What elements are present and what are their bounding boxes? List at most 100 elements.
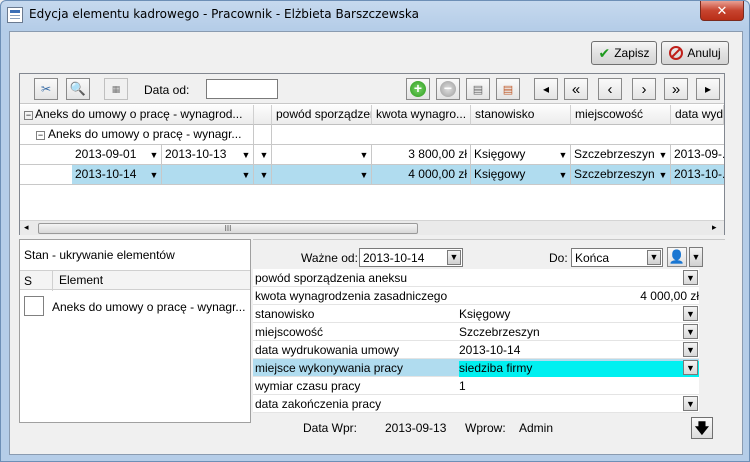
property-value[interactable]: Księgowy bbox=[459, 307, 699, 323]
state-panel: Stan - ukrywanie elementów S Element Ane… bbox=[19, 239, 251, 423]
horizontal-scrollbar[interactable]: ◂ III ▸ bbox=[20, 220, 724, 235]
calendar-button[interactable]: ▦ bbox=[104, 78, 128, 100]
tree-indent bbox=[20, 165, 72, 185]
valid-to-input[interactable]: Końca ▼ bbox=[571, 248, 663, 267]
table-row[interactable]: 2013-09-01 ▼ 2013-10-13 ▼ ▼ ▼ 3 800,00 zł … bbox=[20, 145, 724, 165]
position-cell[interactable]: Księgowy ▼ bbox=[471, 145, 571, 165]
property-value[interactable]: 2013-10-14 bbox=[459, 343, 699, 359]
chevron-left-icon: ‹ bbox=[607, 80, 613, 98]
search-button[interactable]: 🔍 bbox=[66, 78, 90, 100]
print-date-cell[interactable]: 2013-10-... bbox=[671, 165, 724, 185]
property-row[interactable]: data zakończenia pracy ▼ bbox=[253, 395, 699, 413]
column-header[interactable]: miejscowość bbox=[571, 105, 671, 125]
property-row[interactable]: data wydrukowania umowy 2013-10-14 ▼ bbox=[253, 341, 699, 359]
title-bar[interactable]: Edycja elementu kadrowego - Pracownik - … bbox=[1, 1, 749, 29]
city-cell[interactable]: Szczebrzeszyn ▼ bbox=[571, 145, 671, 165]
dropdown-cell[interactable]: ▼ bbox=[254, 165, 272, 185]
collapse-icon[interactable]: − bbox=[24, 111, 33, 120]
tools-button[interactable]: ✂ bbox=[34, 78, 58, 100]
property-value[interactable] bbox=[459, 271, 699, 287]
dropdown-arrow-icon[interactable]: ▼ bbox=[558, 168, 568, 182]
reason-cell[interactable]: ▼ bbox=[272, 145, 372, 165]
amount-cell[interactable]: 4 000,00 zł bbox=[372, 165, 471, 185]
property-value[interactable]: 1 bbox=[459, 379, 699, 395]
add-button[interactable]: + bbox=[406, 78, 430, 100]
column-header[interactable]: stanowisko bbox=[471, 105, 571, 125]
cancel-label: Anuluj bbox=[687, 46, 721, 60]
property-label: kwota wynagrodzenia zasadniczego bbox=[255, 289, 448, 303]
dropdown-arrow-icon[interactable]: ▼ bbox=[259, 148, 269, 162]
remove-button[interactable]: − bbox=[436, 78, 460, 100]
nav-next-fast-button[interactable]: » bbox=[664, 78, 688, 100]
column-header[interactable]: − Aneks do umowy o pracę - wynagrod... bbox=[20, 105, 254, 125]
reason-cell[interactable]: ▼ bbox=[272, 165, 372, 185]
dropdown-arrow-icon[interactable]: ▼ bbox=[149, 168, 159, 182]
save-button[interactable]: ✔ Zapisz bbox=[591, 41, 657, 65]
nav-prev-fast-button[interactable]: « bbox=[564, 78, 588, 100]
dropdown-arrow-icon[interactable]: ▼ bbox=[658, 168, 668, 182]
amount-cell[interactable]: 3 800,00 zł bbox=[372, 145, 471, 165]
date-from-input[interactable] bbox=[206, 79, 278, 99]
cancel-button[interactable]: Anuluj bbox=[661, 41, 729, 65]
print-date-cell[interactable]: 2013-09-... bbox=[671, 145, 724, 165]
nav-prev-button[interactable]: ‹ bbox=[598, 78, 622, 100]
scroll-right-icon[interactable]: ▸ bbox=[712, 222, 717, 233]
dropdown-arrow-icon[interactable]: ▼ bbox=[683, 324, 698, 339]
export-button[interactable]: ▤ bbox=[466, 78, 490, 100]
date-from-cell[interactable]: 2013-10-14 ▼ bbox=[72, 165, 162, 185]
close-button[interactable]: ✕ bbox=[700, 1, 744, 21]
scroll-down-button[interactable]: 🡇 bbox=[691, 417, 713, 439]
dropdown-arrow-icon[interactable]: ▼ bbox=[683, 396, 698, 411]
column-header-element[interactable]: Element bbox=[52, 271, 103, 291]
nav-next-button[interactable]: › bbox=[632, 78, 656, 100]
dropdown-arrow-icon[interactable]: ▼ bbox=[149, 148, 159, 162]
property-value[interactable] bbox=[459, 397, 699, 413]
dropdown-arrow-icon[interactable]: ▼ bbox=[683, 270, 698, 285]
table-row-selected[interactable]: 2013-10-14 ▼ ▼ ▼ ▼ 4 000,00 zł Księgowy ▼ … bbox=[20, 165, 724, 185]
nav-last-button[interactable]: ▸ bbox=[696, 78, 720, 100]
date-from-cell[interactable]: 2013-09-01 ▼ bbox=[72, 145, 162, 165]
state-checkbox[interactable] bbox=[24, 296, 44, 316]
tree-child-row[interactable]: − Aneks do umowy o pracę - wynagr... bbox=[20, 125, 724, 145]
property-value[interactable]: 4 000,00 zł bbox=[459, 289, 699, 305]
property-value[interactable]: siedziba firmy bbox=[459, 361, 699, 377]
scroll-left-icon[interactable]: ◂ bbox=[24, 222, 29, 233]
dropdown-arrow-icon[interactable]: ▼ bbox=[359, 148, 369, 162]
property-row[interactable]: stanowisko Księgowy ▼ bbox=[253, 305, 699, 323]
date-to-cell[interactable]: ▼ bbox=[162, 165, 254, 185]
property-label: miejscowość bbox=[255, 325, 324, 339]
position-cell[interactable]: Księgowy ▼ bbox=[471, 165, 571, 185]
property-row[interactable]: kwota wynagrodzenia zasadniczego 4 000,0… bbox=[253, 287, 699, 305]
property-row[interactable]: miejscowość Szczebrzeszyn ▼ bbox=[253, 323, 699, 341]
dropdown-arrow-icon[interactable]: ▼ bbox=[558, 148, 568, 162]
dropdown-cell[interactable]: ▼ bbox=[254, 145, 272, 165]
dropdown-arrow-icon[interactable]: ▼ bbox=[683, 306, 698, 321]
nav-first-button[interactable]: ◂ bbox=[534, 78, 558, 100]
valid-from-input[interactable]: 2013-10-14 ▼ bbox=[359, 248, 463, 267]
dropdown-arrow-icon[interactable]: ▼ bbox=[447, 250, 461, 265]
user-dropdown[interactable]: ▼ bbox=[689, 247, 703, 267]
property-row-selected[interactable]: miejsce wykonywania pracy siedziba firmy… bbox=[253, 359, 699, 377]
property-row[interactable]: powód sporządzenia aneksu ▼ bbox=[253, 269, 699, 287]
dropdown-arrow-icon[interactable]: ▼ bbox=[683, 342, 698, 357]
dropdown-arrow-icon[interactable]: ▼ bbox=[259, 168, 269, 182]
scroll-thumb[interactable]: III bbox=[38, 223, 418, 234]
dropdown-arrow-icon[interactable]: ▼ bbox=[683, 360, 698, 375]
collapse-icon[interactable]: − bbox=[36, 131, 45, 140]
dropdown-arrow-icon[interactable]: ▼ bbox=[241, 148, 251, 162]
property-row[interactable]: wymiar czasu pracy 1 bbox=[253, 377, 699, 395]
city-cell[interactable]: Szczebrzeszyn ▼ bbox=[571, 165, 671, 185]
copy-button[interactable]: ▤ bbox=[496, 78, 520, 100]
dropdown-arrow-icon[interactable]: ▼ bbox=[647, 250, 661, 265]
user-button[interactable]: 👤 bbox=[667, 247, 687, 267]
dropdown-arrow-icon[interactable]: ▼ bbox=[359, 168, 369, 182]
column-header[interactable]: data wyd... bbox=[671, 105, 724, 125]
dropdown-arrow-icon[interactable]: ▼ bbox=[658, 148, 668, 162]
column-header-s[interactable]: S bbox=[24, 274, 32, 288]
dropdown-arrow-icon[interactable]: ▼ bbox=[241, 168, 251, 182]
state-header: S Element bbox=[20, 270, 250, 291]
column-header[interactable]: powód sporządzenia ... bbox=[272, 105, 372, 125]
date-to-cell[interactable]: 2013-10-13 ▼ bbox=[162, 145, 254, 165]
column-header[interactable]: kwota wynagro... bbox=[372, 105, 471, 125]
property-value[interactable]: Szczebrzeszyn bbox=[459, 325, 699, 341]
